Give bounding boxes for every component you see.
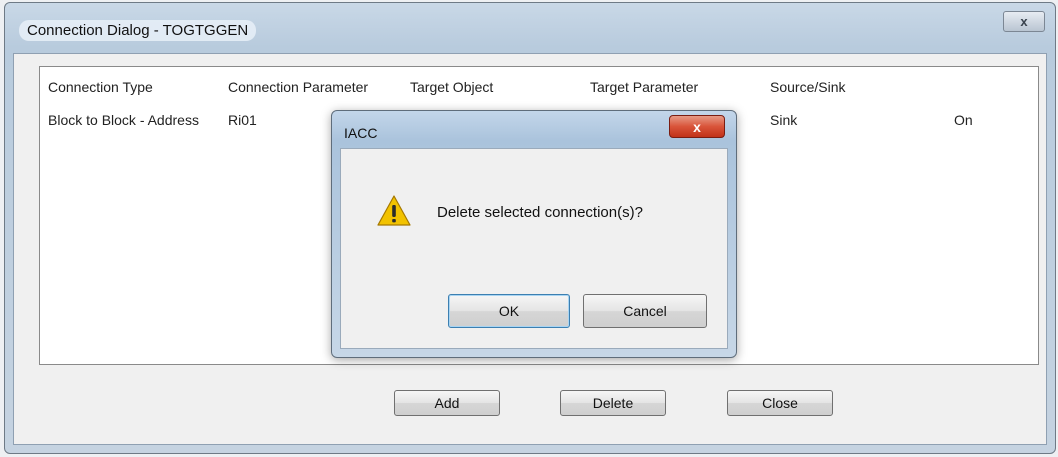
delete-button[interactable]: Delete [560,390,666,416]
close-icon: x [693,118,701,135]
window-close-button[interactable]: x [1003,11,1045,32]
column-header-target-object[interactable]: Target Object [410,79,493,95]
cancel-button[interactable]: Cancel [583,294,707,328]
cell-connection-type: Block to Block - Address [48,112,199,128]
dialog-title: IACC [344,125,378,141]
cell-connection-parameter: Ri01 [228,112,257,128]
window-title: Connection Dialog - TOGTGGEN [19,20,257,41]
close-button[interactable]: Close [727,390,833,416]
dialog-close-button[interactable]: x [669,115,725,138]
column-header-target-parameter[interactable]: Target Parameter [590,79,698,95]
cell-source-sink: Sink [770,112,798,128]
confirm-delete-dialog: IACC x Delete selected connection(s)? OK… [331,110,737,358]
add-button[interactable]: Add [394,390,500,416]
column-header-connection-type[interactable]: Connection Type [48,79,153,95]
close-icon: x [1020,14,1028,29]
ok-button[interactable]: OK [448,294,570,328]
dialog-body: Delete selected connection(s)? OK Cancel [340,148,728,349]
cell-state: On [954,112,973,128]
column-header-source-sink[interactable]: Source/Sink [770,79,845,95]
column-header-connection-parameter[interactable]: Connection Parameter [228,79,368,95]
dialog-message: Delete selected connection(s)? [437,204,643,221]
warning-icon [377,195,411,226]
